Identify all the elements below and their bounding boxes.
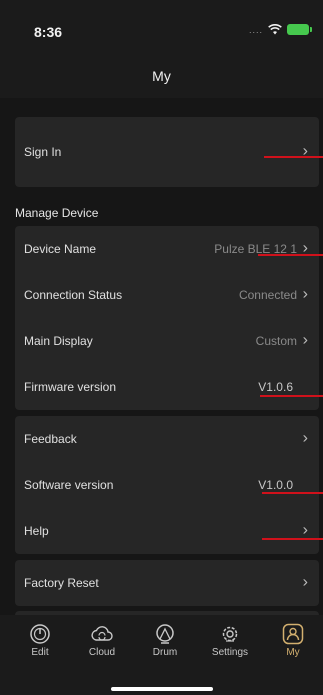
tab-drum-label: Drum — [152, 647, 178, 658]
help-label: Help — [24, 524, 49, 538]
device-name-label: Device Name — [24, 242, 97, 256]
tab-my[interactable]: My — [268, 623, 318, 658]
account-card: Sign In › — [15, 117, 319, 187]
chevron-right-icon: › — [302, 331, 308, 349]
gear-icon — [222, 626, 238, 642]
device-name-row[interactable]: Device Name Pulze BLE 12 1 › — [15, 226, 319, 272]
help-row[interactable]: Help › — [15, 508, 319, 554]
annotation-line — [258, 254, 323, 256]
user-icon — [282, 623, 304, 645]
annotation-line — [260, 395, 323, 397]
factory-reset-row[interactable]: Factory Reset › — [15, 560, 319, 606]
status-time: 8:36 — [34, 24, 63, 40]
chevron-right-icon: › — [302, 285, 308, 303]
home-indicator — [111, 687, 213, 691]
software-version-row: Software version V1.0.0 — [15, 462, 319, 508]
chevron-right-icon: › — [302, 573, 308, 591]
software-version-value: V1.0.0 — [258, 478, 293, 492]
tab-my-label: My — [286, 647, 300, 658]
wifi-icon — [268, 24, 282, 35]
navigation-bar: My — [0, 58, 323, 98]
drum-icon — [156, 624, 174, 644]
software-version-label: Software version — [24, 478, 114, 492]
tab-settings-label: Settings — [211, 647, 249, 658]
main-display-label: Main Display — [24, 334, 93, 348]
cloud-sync-icon — [91, 626, 113, 641]
connection-status-label: Connection Status — [24, 288, 123, 302]
chevron-right-icon: › — [302, 429, 308, 447]
chevron-right-icon: › — [302, 521, 308, 539]
firmware-version-row: Firmware version V1.0.6 — [15, 364, 319, 410]
feedback-row[interactable]: Feedback › — [15, 416, 319, 462]
tab-drum[interactable]: Drum — [140, 623, 190, 658]
tab-settings[interactable]: Settings — [205, 623, 255, 658]
status-bar: 8:36 .... — [0, 0, 323, 58]
sign-in-row[interactable]: Sign In › — [15, 129, 319, 175]
status-icons: .... — [248, 24, 312, 35]
reset-card: Factory Reset › — [15, 560, 319, 606]
firmware-version-label: Firmware version — [24, 380, 117, 394]
tab-bar: Edit Cloud Drum Settings My — [0, 615, 323, 695]
tab-cloud-label: Cloud — [88, 647, 116, 658]
signal-indicator: .... — [248, 24, 263, 35]
section-title-manage-device: Manage Device — [15, 206, 99, 220]
firmware-version-value: V1.0.6 — [258, 380, 293, 394]
annotation-line — [262, 538, 323, 540]
page-title: My — [152, 68, 171, 84]
main-display-value: Custom — [255, 334, 297, 348]
connection-status-value: Connected — [238, 288, 297, 302]
feedback-label: Feedback — [24, 432, 77, 446]
sign-in-label: Sign In — [24, 145, 62, 159]
connection-status-row[interactable]: Connection Status Connected › — [15, 272, 319, 318]
gauge-icon — [30, 624, 50, 644]
annotation-line — [264, 156, 323, 158]
battery-charging-icon — [287, 24, 312, 35]
support-card: Feedback › Software version V1.0.0 Help … — [15, 416, 319, 554]
factory-reset-label: Factory Reset — [24, 576, 99, 590]
annotation-line — [262, 492, 323, 494]
tab-edit[interactable]: Edit — [15, 623, 65, 658]
main-display-row[interactable]: Main Display Custom › — [15, 318, 319, 364]
tab-edit-label: Edit — [31, 647, 49, 658]
tab-cloud[interactable]: Cloud — [77, 623, 127, 658]
